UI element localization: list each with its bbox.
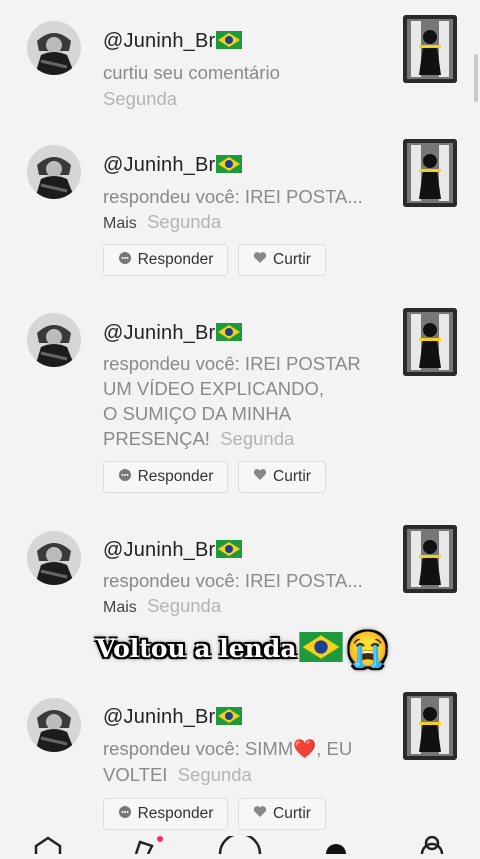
brazil-flag-icon	[216, 707, 243, 725]
profile-icon[interactable]	[420, 835, 444, 855]
meta-row: PRESENÇA! Segunda	[103, 426, 294, 452]
notification-text-line: UM VÍDEO EXPLICANDO,	[103, 378, 325, 399]
video-thumbnail[interactable]	[403, 15, 457, 83]
brazil-flag-icon	[216, 155, 243, 173]
comment-icon	[118, 251, 132, 270]
avatar[interactable]	[27, 313, 81, 367]
notification-text-line: PRESENÇA!	[103, 428, 210, 449]
meta-row: Mais Segunda	[103, 209, 221, 237]
avatar[interactable]	[27, 698, 81, 752]
username[interactable]: @Juninh_Br	[103, 322, 243, 345]
comment-icon	[118, 805, 132, 824]
comment-icon	[118, 468, 132, 487]
video-thumbnail[interactable]	[403, 139, 457, 207]
notification-text: respondeu você: IREI POSTA...	[103, 186, 363, 207]
video-thumbnail[interactable]	[403, 525, 457, 593]
timestamp: Segunda	[220, 428, 295, 449]
video-thumbnail[interactable]	[403, 692, 457, 760]
video-thumbnail[interactable]	[403, 308, 457, 376]
bottom-navigation	[0, 832, 480, 855]
reply-button[interactable]: Responder	[103, 461, 228, 493]
brazil-flag-icon	[216, 323, 243, 341]
reply-button[interactable]: Responder	[103, 244, 228, 276]
create-icon[interactable]	[218, 832, 262, 855]
friends-icon[interactable]	[134, 836, 163, 855]
more-link[interactable]: Mais	[103, 215, 137, 232]
timestamp: Segunda	[103, 88, 178, 109]
notification-text-line: VOLTEI	[103, 764, 168, 785]
home-icon[interactable]	[34, 836, 62, 854]
avatar[interactable]	[27, 21, 81, 75]
notification-text: curtiu seu comentário	[103, 62, 280, 83]
brazil-flag-icon	[216, 540, 243, 558]
heart-icon	[253, 805, 267, 823]
meta-row: VOLTEI Segunda	[103, 762, 252, 788]
scrollbar[interactable]	[474, 54, 478, 102]
heart-icon	[253, 468, 267, 486]
inbox-icon[interactable]	[326, 844, 346, 854]
reply-button[interactable]: Responder	[103, 798, 228, 830]
avatar[interactable]	[27, 531, 81, 585]
username[interactable]: @Juninh_Br	[103, 706, 243, 729]
notification-text-line: respondeu você: SIMM❤️, EU	[103, 738, 353, 759]
video-caption-overlay: Voltou a lenda 😭	[96, 630, 389, 670]
username[interactable]: @Juninh_Br	[103, 154, 243, 177]
crying-emoji-icon: 😭	[346, 630, 389, 670]
timestamp: Segunda	[147, 211, 222, 232]
notification-text-line: O SUMIÇO DA MINHA	[103, 403, 292, 424]
like-button[interactable]: Curtir	[238, 244, 326, 276]
username[interactable]: @Juninh_Br	[103, 30, 243, 53]
notification-text-line: respondeu você: IREI POSTAR	[103, 353, 361, 374]
timestamp: Segunda	[177, 764, 252, 785]
meta-row: Mais Segunda	[103, 593, 221, 621]
more-link[interactable]: Mais	[103, 599, 137, 616]
heart-icon	[253, 251, 267, 269]
avatar[interactable]	[27, 145, 81, 199]
timestamp: Segunda	[147, 595, 222, 616]
like-button[interactable]: Curtir	[238, 798, 326, 830]
username[interactable]: @Juninh_Br	[103, 539, 243, 562]
notification-text: respondeu você: IREI POSTA...	[103, 570, 363, 591]
like-button[interactable]: Curtir	[238, 461, 326, 493]
brazil-flag-icon	[298, 632, 343, 662]
brazil-flag-icon	[216, 31, 243, 49]
